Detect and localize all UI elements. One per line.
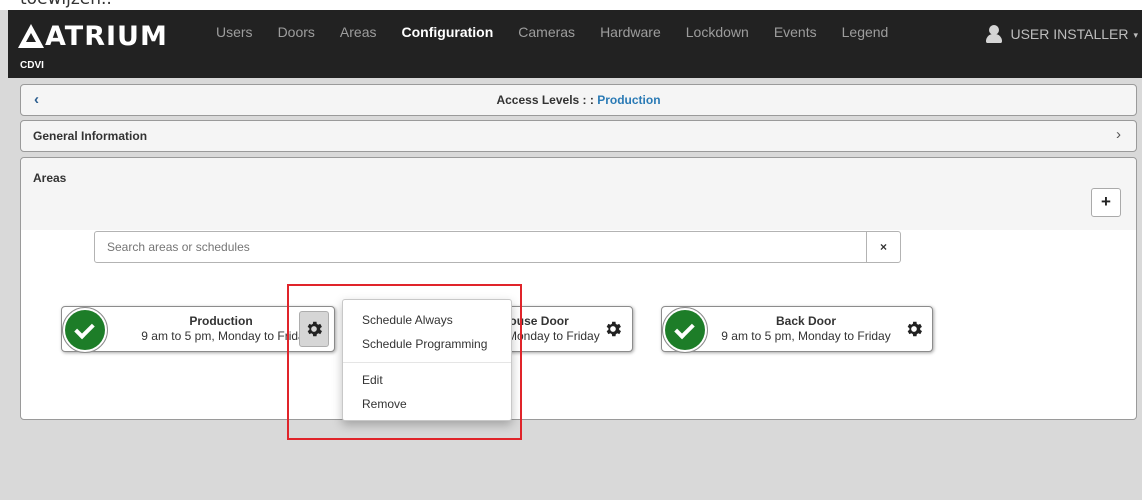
user-icon [986, 25, 1003, 43]
gear-icon [907, 321, 922, 337]
user-name: USER INSTALLER [1010, 26, 1129, 42]
page-title: Access Levels : : Production [21, 93, 1136, 107]
nav-areas[interactable]: Areas [340, 24, 377, 40]
area-name: Back Door [775, 314, 837, 328]
main-nav: Users Doors Areas Configuration Cameras … [216, 24, 913, 40]
page-title-prefix: Access Levels : : [496, 93, 598, 107]
nav-configuration[interactable]: Configuration [402, 24, 494, 40]
area-card-production: Production 9 am to 5 pm, Monday to Frida… [61, 306, 335, 353]
areas-title: Areas [33, 171, 67, 185]
area-settings-button[interactable] [598, 311, 628, 347]
gear-icon [307, 321, 322, 337]
areas-panel-header: Areas + [21, 158, 1136, 230]
menu-item-remove[interactable]: Remove [343, 392, 511, 416]
nav-doors[interactable]: Doors [278, 24, 315, 40]
caret-down-icon: ▾ [1133, 29, 1138, 40]
general-information-title: General Information [33, 129, 148, 143]
access-level-name-link[interactable]: Production [597, 93, 660, 107]
nav-events[interactable]: Events [774, 24, 817, 40]
check-icon[interactable] [662, 307, 708, 353]
nav-legend[interactable]: Legend [842, 24, 889, 40]
atrium-logo-icon [18, 24, 44, 48]
nav-hardware[interactable]: Hardware [600, 24, 661, 40]
area-schedule: 9 am to 5 pm, Monday to Friday [721, 329, 891, 343]
nav-users[interactable]: Users [216, 24, 253, 40]
menu-item-schedule-always[interactable]: Schedule Always [343, 308, 511, 332]
top-strip-text: toewijzen.. [20, 0, 112, 9]
top-strip: toewijzen.. [0, 0, 1142, 10]
nav-lockdown[interactable]: Lockdown [686, 24, 749, 40]
area-context-menu: Schedule Always Schedule Programming Edi… [342, 299, 512, 421]
add-area-button[interactable]: + [1091, 188, 1121, 217]
brand-name: ATRIUM [45, 20, 168, 52]
nav-cameras[interactable]: Cameras [518, 24, 575, 40]
brand-subtitle: CDVI [20, 60, 44, 71]
brand-logo[interactable]: ATRIUM [18, 16, 168, 56]
area-settings-button[interactable] [299, 311, 329, 347]
menu-item-edit[interactable]: Edit [343, 368, 511, 392]
gear-icon [606, 321, 621, 337]
check-icon[interactable] [62, 307, 108, 353]
area-card-back-door: Back Door 9 am to 5 pm, Monday to Friday [661, 306, 933, 353]
menu-item-schedule-programming[interactable]: Schedule Programming [343, 332, 511, 356]
chevron-right-icon[interactable]: › [1116, 126, 1121, 143]
areas-panel: Areas + × Production 9 am to 5 pm, Monda… [20, 157, 1137, 420]
clear-search-button[interactable]: × [866, 231, 901, 263]
menu-divider [343, 362, 511, 363]
user-menu[interactable]: USER INSTALLER ▾ [986, 25, 1138, 43]
search-input[interactable] [94, 231, 867, 263]
access-level-header: ‹ Access Levels : : Production [20, 84, 1137, 116]
navbar: ATRIUM CDVI Users Doors Areas Configurat… [8, 10, 1142, 78]
area-settings-button[interactable] [899, 311, 929, 347]
general-information-panel[interactable]: General Information › [20, 120, 1137, 152]
